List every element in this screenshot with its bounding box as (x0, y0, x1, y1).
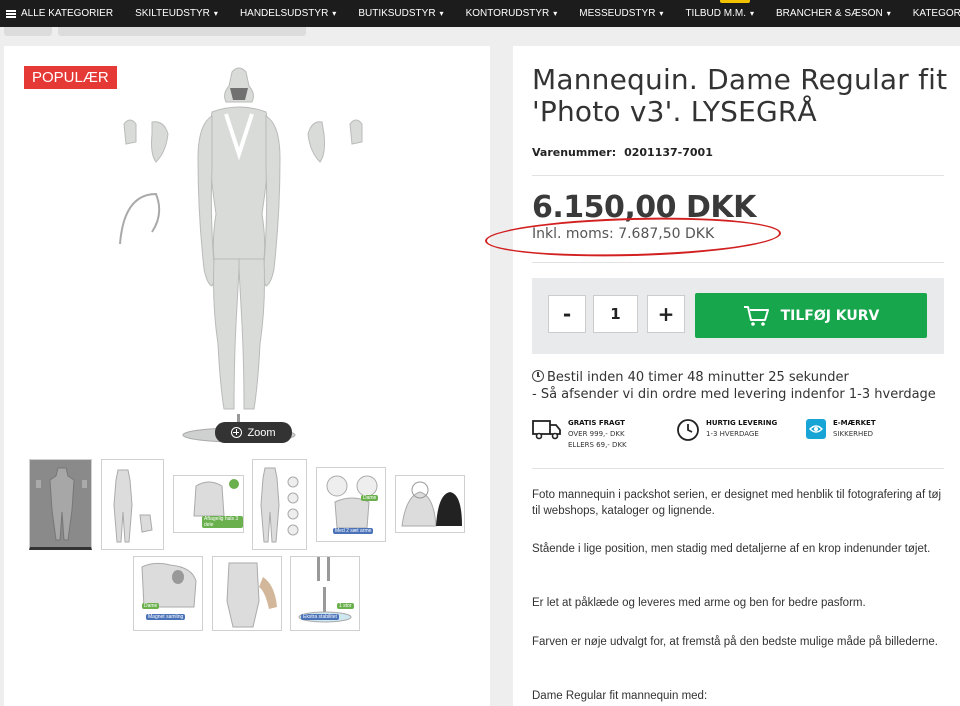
chevron-down-icon: ▾ (332, 9, 337, 18)
nav-tilbud[interactable]: TILBUD M.M. ▾ (674, 0, 765, 27)
thumbnail-tag: Aftagelig hals 3 dele (202, 516, 243, 528)
add-to-cart-button[interactable]: TILFØJ KURV (695, 293, 927, 338)
main-product-image[interactable] (94, 64, 384, 444)
thumbnail-image (36, 467, 87, 541)
divider (532, 175, 944, 176)
thumbnail-image (401, 481, 462, 527)
thumbnail-2[interactable] (101, 459, 164, 550)
thumbnail-tag: Dame (142, 603, 160, 609)
quantity-input[interactable]: 1 (593, 295, 638, 333)
thumbnail-1[interactable] (29, 459, 92, 550)
thumbnail-tag: Dame (361, 495, 379, 501)
product-info: Mannequin. Dame Regular fit 'Photo v3'. … (484, 46, 960, 706)
zoom-button[interactable]: Zoom (215, 422, 292, 443)
thumbnail-tag: 1 stor (337, 603, 354, 609)
chevron-down-icon: ▾ (750, 9, 755, 18)
zoom-plus-icon (231, 427, 243, 438)
thumbnail-6[interactable] (395, 475, 465, 533)
description-paragraph: Foto mannequin i packshot serien, er des… (532, 489, 942, 517)
nav-new-badge (720, 0, 751, 3)
thumbnail-4[interactable] (252, 459, 307, 550)
thumbnail-7[interactable]: Dame Magnet samling (133, 556, 203, 631)
nav-skilteudstyr[interactable]: SKILTEUDSTYR ▾ (124, 0, 229, 27)
feature-e-maerket: E-MÆRKET SIKKERHED (805, 418, 876, 440)
thumbnail-tag: Med 2 sæt arme (333, 528, 374, 534)
chevron-down-icon: ▾ (659, 9, 664, 18)
thumbnail-image (226, 562, 277, 628)
feature-fast-delivery: HURTIG LEVERING 1-3 HVERDAGE (676, 418, 777, 442)
description-paragraph: Stående i lige position, men stadig med … (532, 543, 931, 555)
nav-butiksudstyr[interactable]: BUTIKSUDSTYR ▾ (347, 0, 454, 27)
thumbnail-5[interactable]: Dame Med 2 sæt arme (316, 467, 386, 542)
truck-icon (532, 420, 561, 440)
description-paragraph: Er let at påklæde og leveres med arme og… (532, 597, 866, 609)
thumbnail-tag: Magnet samling (146, 614, 186, 620)
e-maerket-icon (806, 419, 826, 439)
feature-free-shipping: GRATIS FRAGT OVER 999,- DKK ELLERS 69,- … (532, 418, 627, 451)
add-to-cart-box: - 1 + TILFØJ KURV (532, 278, 944, 354)
annotation-circle (484, 214, 782, 260)
clock-icon (677, 419, 699, 441)
nav-handelsudstyr[interactable]: HANDELSUDSTYR ▾ (229, 0, 347, 27)
description-paragraph: Dame Regular fit mannequin med: (532, 690, 708, 702)
thumbnail-tag: Ekstra stabilitet (301, 614, 339, 620)
quantity-decrease-button[interactable]: - (548, 295, 586, 333)
sku-value: 0201137-7001 (624, 146, 713, 159)
product-gallery: POPULÆR Zoom Aftagelig hals 3 dele Dame … (4, 46, 490, 706)
chevron-down-icon: ▾ (886, 9, 891, 18)
thumbnail-8[interactable] (212, 556, 282, 631)
chevron-down-icon: ▾ (213, 9, 218, 18)
thumbnail-9[interactable]: 1 stor Ekstra stabilitet (290, 556, 360, 631)
breadcrumb-home[interactable] (4, 27, 52, 36)
nav-kontorudstyr[interactable]: KONTORUDSTYR ▾ (455, 0, 569, 27)
product-title: Mannequin. Dame Regular fit 'Photo v3'. … (532, 63, 948, 128)
nav-kategorioversigt[interactable]: KATEGORIOVERSIGT (902, 0, 960, 27)
divider (532, 262, 944, 263)
clock-icon (532, 370, 544, 382)
delivery-info: Bestil inden 40 timer 48 minutter 25 sek… (532, 370, 936, 402)
top-navigation: ALLE KATEGORIER SKILTEUDSTYR ▾ HANDELSUDS… (0, 0, 960, 27)
menu-icon (6, 9, 16, 18)
divider (532, 468, 944, 469)
thumbnail-image (260, 467, 299, 543)
quantity-increase-button[interactable]: + (647, 295, 685, 333)
thumbnail-image (113, 469, 153, 543)
breadcrumb-category[interactable] (58, 27, 306, 36)
nav-brancher-saeson[interactable]: BRANCHER & SÆSON ▾ (765, 0, 902, 27)
chevron-down-icon: ▾ (553, 9, 558, 18)
chevron-down-icon: ▾ (439, 9, 444, 18)
nav-all-categories[interactable]: ALLE KATEGORIER (0, 0, 124, 27)
sku-label: Varenummer: (532, 146, 617, 159)
thumbnail-3[interactable]: Aftagelig hals 3 dele (173, 475, 244, 533)
cart-icon (743, 305, 769, 326)
nav-messeudstyr[interactable]: MESSEUDSTYR ▾ (568, 0, 674, 27)
description-paragraph: Farven er nøje udvalgt for, at fremstå p… (532, 636, 938, 648)
product-sku: Varenummer: 0201137-7001 (532, 146, 721, 159)
